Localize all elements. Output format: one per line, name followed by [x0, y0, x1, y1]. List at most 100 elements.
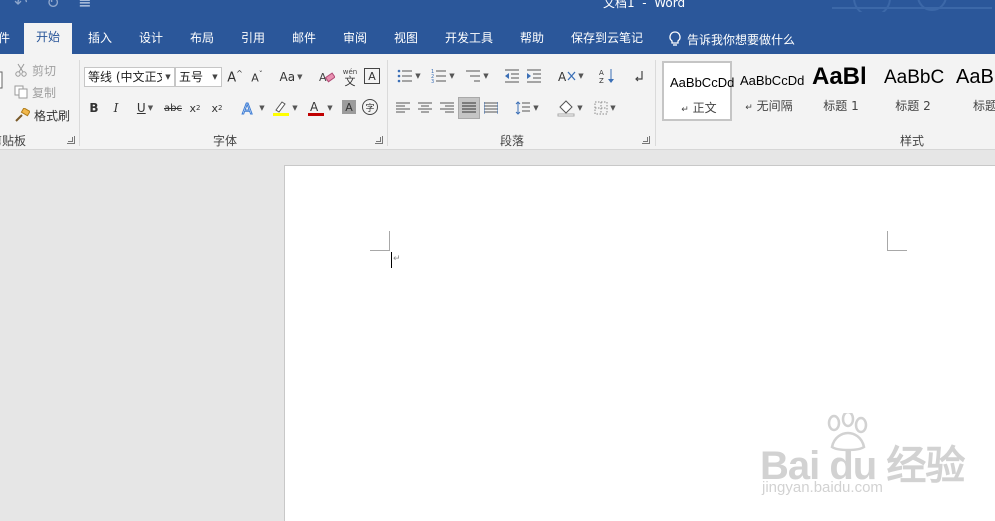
tab-view[interactable]: 视图	[394, 24, 418, 54]
character-shading-label: A	[345, 100, 353, 114]
bullets-button[interactable]: ▼	[394, 66, 424, 86]
decrease-indent-button[interactable]	[503, 66, 521, 86]
font-name-value: 等线 (中文正文)	[88, 70, 174, 84]
align-left-button[interactable]	[394, 99, 412, 117]
text-effects-button[interactable]: A ▼	[238, 98, 268, 118]
chinese-layout-icon: A	[558, 70, 576, 83]
text-cursor	[391, 252, 392, 268]
watermark: Bai du 经验 jingyan.baidu.com	[760, 413, 965, 503]
tab-help[interactable]: 帮助	[520, 24, 544, 54]
tab-file[interactable]: 件	[0, 24, 10, 54]
chevron-down-icon: ▼	[610, 104, 616, 112]
numbered-list-icon: 1 2 3	[431, 69, 447, 83]
chevron-down-icon: ▼	[259, 104, 265, 112]
copy-button[interactable]: 复制	[14, 84, 56, 100]
shrink-font-button[interactable]: Aˇ	[248, 67, 266, 87]
subscript-button[interactable]: x2	[187, 99, 203, 117]
highlight-color-swatch	[273, 113, 290, 116]
multilevel-list-button[interactable]: ▼	[462, 66, 492, 86]
svg-text:A: A	[599, 69, 604, 77]
sort-button[interactable]: AZ	[598, 66, 616, 86]
style-sample: AaBbCcDd	[670, 75, 735, 90]
format-painter-label: 格式刷	[34, 108, 71, 123]
clipboard-dialog-launcher[interactable]	[67, 136, 75, 144]
chevron-down-icon[interactable]: ▼	[209, 68, 221, 86]
font-size-combo[interactable]: 五号 ▼	[175, 67, 222, 87]
character-border-button[interactable]: A	[364, 68, 380, 84]
strikethrough-button[interactable]: abc	[163, 99, 183, 117]
numbering-button[interactable]: 1 2 3 ▼	[428, 66, 458, 86]
group-separator	[387, 60, 388, 146]
style-heading-2[interactable]: AaBbC 标题 2	[878, 61, 948, 121]
shading-button[interactable]: ▼	[555, 98, 585, 118]
paragraph-group-label: 段落	[500, 134, 525, 148]
font-color-button[interactable]: A ▼	[305, 98, 335, 118]
undo-icon[interactable]: ↶	[12, 0, 30, 12]
customize-qat-icon[interactable]: ≡	[76, 0, 94, 12]
cut-button[interactable]: 剪切	[14, 62, 56, 78]
change-case-button[interactable]: Aa ▼	[276, 67, 306, 87]
phonetic-guide-button[interactable]: wén 文	[340, 66, 360, 88]
align-right-button[interactable]	[438, 99, 456, 117]
increase-indent-button[interactable]	[525, 66, 543, 86]
distributed-button[interactable]	[482, 99, 500, 117]
tab-save-to-cloud-notes[interactable]: 保存到云笔记	[571, 24, 643, 54]
bold-button[interactable]: B	[86, 99, 102, 117]
chevron-down-icon: ▼	[147, 104, 154, 112]
font-dialog-launcher[interactable]	[375, 136, 383, 144]
chevron-down-icon: ▼	[327, 104, 333, 112]
line-spacing-button[interactable]: ▼	[512, 99, 542, 117]
style-heading-1[interactable]: AaBl 标题 1	[806, 61, 876, 121]
change-case-label: Aa	[279, 70, 296, 84]
tab-insert[interactable]: 插入	[88, 24, 112, 54]
tab-references[interactable]: 引用	[241, 24, 265, 54]
paragraph-dialog-launcher[interactable]	[642, 136, 650, 144]
chevron-down-icon[interactable]: ▼	[162, 68, 174, 86]
grow-font-button[interactable]: A^	[226, 67, 244, 87]
paste-icon	[0, 71, 3, 89]
tab-design[interactable]: 设计	[139, 24, 163, 54]
phonetic-char: 文	[344, 75, 356, 88]
paint-bucket-icon	[557, 100, 575, 117]
align-center-button[interactable]	[416, 99, 434, 117]
enclose-characters-button[interactable]: 字	[362, 99, 378, 115]
bullet-list-icon	[397, 69, 413, 83]
tab-home[interactable]: 开始	[24, 23, 73, 54]
tell-me-search[interactable]: 告诉我你想要做什么	[668, 24, 795, 54]
underline-label: U	[136, 101, 146, 115]
justify-button[interactable]	[458, 97, 480, 119]
redo-icon[interactable]: ↻	[44, 0, 62, 12]
chevron-down-icon: ▼	[533, 104, 539, 112]
character-shading-button[interactable]: A	[342, 100, 356, 114]
style-normal[interactable]: AaBbCcDd ↵ 正文	[662, 61, 735, 121]
align-right-icon	[440, 102, 454, 113]
borders-button[interactable]: ▼	[590, 98, 620, 118]
format-painter-button[interactable]: 格式刷	[14, 107, 70, 123]
chevron-down-icon: ▼	[449, 72, 455, 80]
paragraph-mark: ↵	[393, 254, 401, 264]
show-hide-marks-button[interactable]	[630, 66, 648, 86]
text-effects-icon: A	[242, 100, 254, 116]
highlight-color-button[interactable]: ▼	[270, 98, 300, 118]
style-title[interactable]: AaBl 标题	[950, 61, 995, 121]
line-spacing-icon	[515, 101, 531, 115]
font-name-combo[interactable]: 等线 (中文正文) ▼	[84, 67, 175, 87]
style-no-spacing[interactable]: AaBbCcDd ↵ 无间隔	[734, 61, 804, 121]
ribbon-tab-bar: 件 开始 插入 设计 布局 引用 邮件 审阅 视图 开发工具 帮助 保存到云笔记…	[0, 12, 995, 54]
tab-developer[interactable]: 开发工具	[445, 24, 493, 54]
italic-button[interactable]: I	[108, 99, 124, 117]
paragraph-mark-icon	[635, 71, 643, 82]
chinese-layout-button[interactable]: A ▼	[556, 66, 586, 86]
svg-text:3: 3	[431, 79, 434, 83]
svg-text:A: A	[310, 100, 319, 114]
tab-layout[interactable]: 布局	[190, 24, 214, 54]
tab-review[interactable]: 审阅	[343, 24, 367, 54]
paste-button[interactable]	[0, 68, 6, 92]
format-painter-icon	[15, 108, 30, 122]
underline-button[interactable]: U ▼	[130, 99, 160, 117]
clipboard-group-label: 剪贴板	[0, 134, 27, 148]
clear-formatting-button[interactable]: A	[318, 67, 336, 87]
superscript-button[interactable]: x2	[209, 99, 225, 117]
window-title: 文档1 - Word	[603, 0, 686, 10]
tab-mailings[interactable]: 邮件	[292, 24, 316, 54]
